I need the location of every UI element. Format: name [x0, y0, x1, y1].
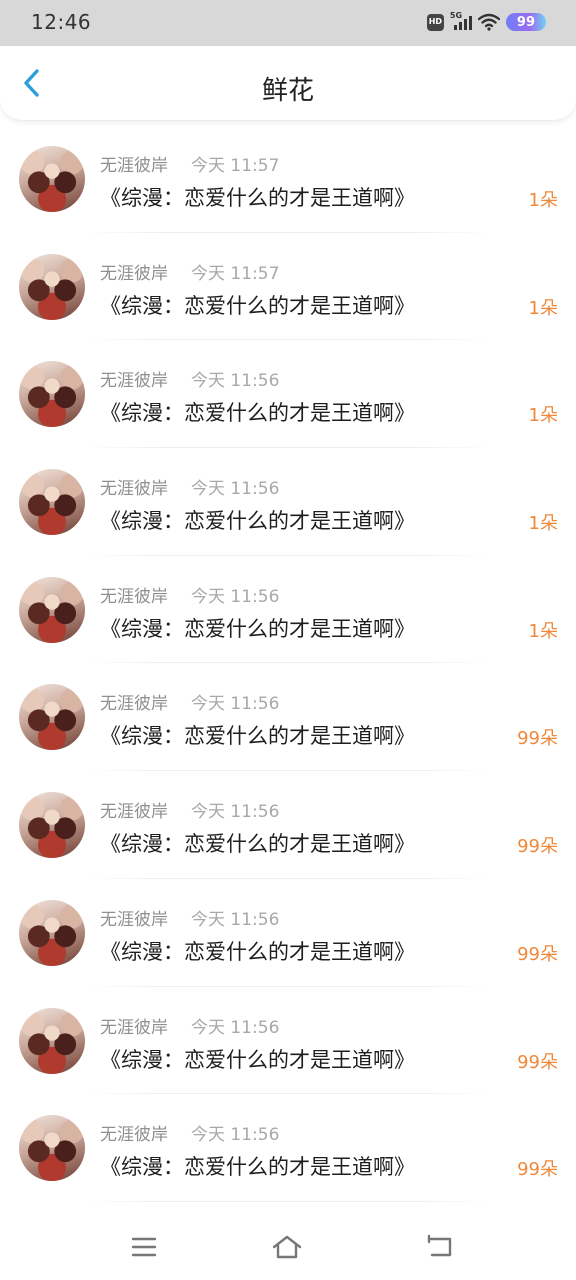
flower-count: 1朵: [528, 297, 558, 319]
status-bar: 12:46 HD 5G 99: [0, 0, 576, 46]
book-title: 《综漫：恋爱什么的才是王道啊》: [100, 832, 415, 857]
book-title: 《综漫：恋爱什么的才是王道啊》: [100, 293, 415, 318]
flower-count: 99朵: [517, 943, 558, 965]
list-item[interactable]: 无涯彼岸 今天 11:56 《综漫：恋爱什么的才是王道啊》 99朵: [0, 879, 576, 987]
username: 无涯彼岸: [100, 156, 168, 176]
wifi-icon: [477, 13, 500, 31]
home-button[interactable]: [271, 1231, 303, 1263]
battery-indicator: 99: [505, 13, 546, 31]
avatar[interactable]: [19, 1115, 85, 1182]
username: 无涯彼岸: [100, 694, 168, 715]
flower-count: 1朵: [528, 513, 558, 535]
timestamp: 今天 11:56: [191, 586, 280, 607]
username: 无涯彼岸: [100, 263, 168, 284]
avatar[interactable]: [19, 684, 85, 751]
app-header: 鲜花: [0, 46, 576, 121]
signal-icon: 5G: [450, 11, 472, 32]
flower-count: 1朵: [528, 190, 558, 211]
back-arrow-icon: [427, 1234, 452, 1257]
list-item[interactable]: 无涯彼岸 今天 11:56 《综漫：恋爱什么的才是王道啊》 99朵: [0, 1094, 576, 1202]
flower-count: 1朵: [528, 620, 558, 642]
divider: [84, 1200, 492, 1202]
avatar[interactable]: [19, 469, 85, 536]
avatar[interactable]: [19, 146, 85, 212]
flower-list: 无涯彼岸 今天 11:57 《综漫：恋爱什么的才是王道啊》 1朵 无涯彼岸 今天…: [0, 125, 576, 1202]
username: 无涯彼岸: [100, 479, 168, 500]
book-title: 《综漫：恋爱什么的才是王道啊》: [100, 616, 415, 641]
username: 无涯彼岸: [100, 371, 168, 392]
flower-count: 99朵: [517, 1159, 558, 1181]
username: 无涯彼岸: [100, 1017, 168, 1038]
status-icons: HD 5G 99: [426, 11, 546, 33]
timestamp: 今天 11:56: [191, 694, 280, 715]
page-title: 鲜花: [261, 76, 314, 106]
timestamp: 今天 11:56: [191, 479, 280, 500]
menu-button[interactable]: [128, 1231, 160, 1263]
hd-icon: HD: [426, 13, 444, 31]
list-item[interactable]: 无涯彼岸 今天 11:57 《综漫：恋爱什么的才是王道啊》 1朵: [0, 125, 576, 233]
flower-count: 99朵: [517, 836, 558, 858]
avatar[interactable]: [19, 1007, 85, 1074]
book-title: 《综漫：恋爱什么的才是王道啊》: [100, 724, 415, 749]
flower-count: 1朵: [528, 405, 558, 427]
flower-count: 99朵: [517, 1051, 558, 1073]
username: 无涯彼岸: [100, 802, 168, 823]
timestamp: 今天 11:57: [191, 263, 280, 284]
home-icon: [272, 1235, 302, 1259]
list-item[interactable]: 无涯彼岸 今天 11:56 《综漫：恋爱什么的才是王道啊》 1朵: [0, 340, 576, 449]
book-title: 《综漫：恋爱什么的才是王道啊》: [100, 1155, 415, 1180]
username: 无涯彼岸: [100, 909, 168, 930]
book-title: 《综漫：恋爱什么的才是王道啊》: [100, 401, 415, 426]
book-title: 《综漫：恋爱什么的才是王道啊》: [100, 509, 415, 534]
list-item[interactable]: 无涯彼岸 今天 11:56 《综漫：恋爱什么的才是王道啊》 1朵: [0, 448, 576, 556]
timestamp: 今天 11:56: [191, 1017, 280, 1038]
avatar[interactable]: [19, 576, 85, 643]
list-item[interactable]: 无涯彼岸 今天 11:56 《综漫：恋爱什么的才是王道啊》 99朵: [0, 771, 576, 879]
flower-count: 99朵: [517, 728, 558, 750]
timestamp: 今天 11:56: [191, 909, 280, 930]
username: 无涯彼岸: [100, 1125, 168, 1146]
timestamp: 今天 11:56: [191, 1125, 280, 1146]
timestamp: 今天 11:57: [191, 156, 280, 176]
avatar[interactable]: [19, 792, 85, 859]
book-title: 《综漫：恋爱什么的才是王道啊》: [100, 1047, 415, 1072]
timestamp: 今天 11:56: [191, 371, 280, 392]
username: 无涯彼岸: [100, 586, 168, 607]
list-item[interactable]: 无涯彼岸 今天 11:57 《综漫：恋爱什么的才是王道啊》 1朵: [0, 233, 576, 341]
system-nav-bar: [0, 1215, 576, 1280]
list-item[interactable]: 无涯彼岸 今天 11:56 《综漫：恋爱什么的才是王道啊》 99朵: [0, 987, 576, 1095]
book-title: 《综漫：恋爱什么的才是王道啊》: [100, 939, 415, 964]
status-time: 12:46: [31, 10, 92, 34]
avatar[interactable]: [19, 899, 85, 966]
avatar[interactable]: [19, 253, 85, 320]
avatar[interactable]: [19, 361, 85, 428]
list-item[interactable]: 无涯彼岸 今天 11:56 《综漫：恋爱什么的才是王道啊》 99朵: [0, 663, 576, 772]
menu-icon: [131, 1237, 157, 1257]
timestamp: 今天 11:56: [191, 802, 280, 823]
list-item[interactable]: 无涯彼岸 今天 11:56 《综漫：恋爱什么的才是王道啊》 1朵: [0, 556, 576, 664]
back-nav-button[interactable]: [424, 1231, 456, 1263]
book-title: 《综漫：恋爱什么的才是王道啊》: [100, 186, 415, 210]
